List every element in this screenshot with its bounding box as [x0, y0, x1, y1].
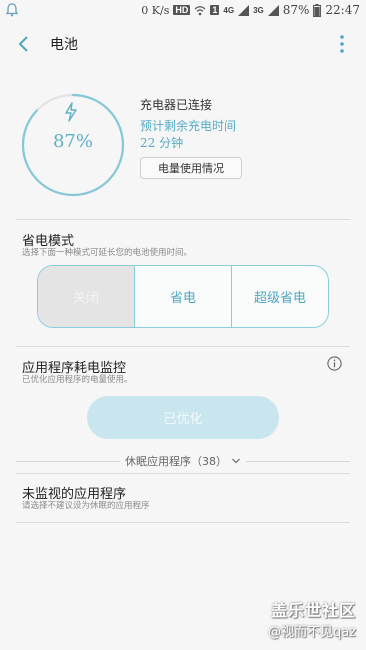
- app-bar: 电池: [0, 22, 366, 66]
- network-type-a: 4G: [223, 5, 235, 15]
- dormant-apps-toggle[interactable]: 休眠应用程序（38）: [0, 452, 366, 470]
- mode-off-option[interactable]: 关闭: [38, 266, 134, 327]
- power-mode-selector: 关闭 省电 超级省电: [37, 265, 329, 328]
- divider: [16, 473, 350, 474]
- divider: [16, 346, 350, 347]
- remaining-time-label: 预计剩余充电时间: [140, 119, 237, 133]
- page-title: 电池: [50, 37, 78, 53]
- info-circle-icon[interactable]: [327, 356, 342, 371]
- remaining-time-value: 22 分钟: [140, 136, 184, 150]
- lightning-bolt-icon: [65, 102, 77, 122]
- bell-ring-icon: [5, 3, 19, 17]
- hd-badge: HD: [173, 5, 191, 15]
- dormant-apps-label: 休眠应用程序（38）: [125, 455, 227, 468]
- network-type-b: 3G: [253, 5, 264, 15]
- battery-charging-icon: [313, 3, 322, 17]
- network-speed: 0 K/s: [141, 3, 170, 17]
- chevron-down-icon: [232, 458, 240, 464]
- sim-slot-badge: 1: [210, 5, 220, 15]
- mode-power-saving-option[interactable]: 省电: [134, 266, 231, 327]
- clock: 22:47: [325, 3, 360, 17]
- unmonitored-apps-subtitle: 请选择不建议设为休眠的应用程序: [22, 501, 150, 511]
- status-right: 0 K/s HD 1 4G 3G 87% 22:47: [141, 3, 360, 17]
- divider: [16, 219, 350, 220]
- signal-icon-a: [238, 4, 250, 16]
- app-monitor-subtitle: 已优化应用程序的电量使用。: [22, 375, 133, 385]
- status-left: [5, 3, 19, 20]
- signal-icon-b: [267, 4, 279, 16]
- mode-ultra-power-saving-option[interactable]: 超级省电: [231, 266, 328, 327]
- divider: [16, 522, 350, 523]
- wifi-icon: [194, 5, 206, 15]
- battery-percent: 87%: [52, 131, 93, 152]
- charger-status: 充电器已连接: [140, 98, 213, 112]
- more-vertical-icon[interactable]: [338, 34, 346, 54]
- status-bar: 0 K/s HD 1 4G 3G 87% 22:47: [0, 0, 366, 22]
- battery-usage-button[interactable]: 电量使用情况: [140, 157, 242, 179]
- watermark-author: @视而不见qaz: [267, 625, 356, 640]
- chevron-left-icon[interactable]: [14, 34, 34, 54]
- watermark-logo-text: 盖乐世社区: [270, 601, 356, 620]
- battery-percent-status: 87%: [282, 3, 310, 17]
- power-saving-subtitle: 选择下面一种模式可延长您的电池使用时间。: [22, 248, 193, 258]
- optimize-button[interactable]: 已优化: [87, 396, 279, 439]
